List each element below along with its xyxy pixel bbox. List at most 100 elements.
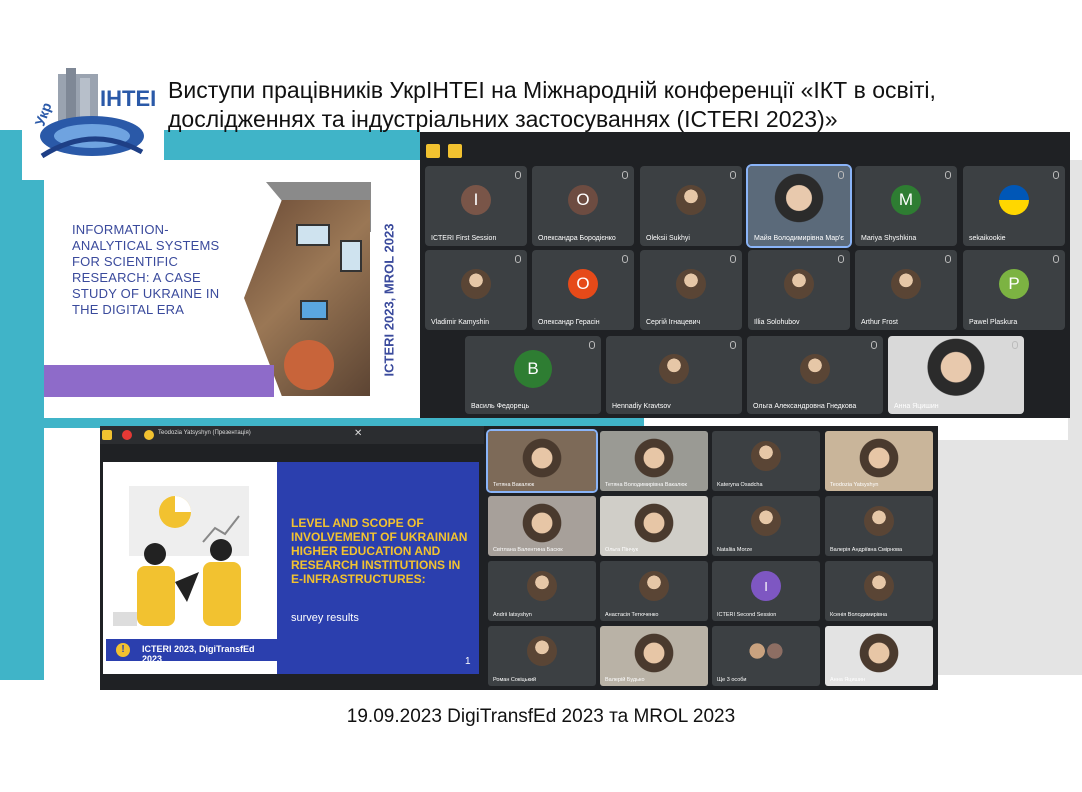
participant-tile[interactable]: Teodozia Yatsyshyn xyxy=(825,431,933,491)
participant-tile[interactable]: Валерій Будько xyxy=(600,626,708,686)
participant-name: Майя Володимирівна Мар'є xyxy=(754,235,844,242)
participant-tile[interactable]: Kateryna Osadcha xyxy=(712,431,820,491)
mic-muted-icon xyxy=(871,341,877,349)
mic-muted-icon xyxy=(1053,255,1059,263)
participant-name: sekaikookie xyxy=(969,235,1006,242)
participant-name: Анастасія Тетюченко xyxy=(605,612,659,618)
record-icon[interactable] xyxy=(122,430,132,440)
meeting-toolbar-icon[interactable] xyxy=(448,144,462,158)
participant-avatar xyxy=(751,441,781,472)
participant-tile[interactable]: Andrii Iatsyshyn xyxy=(488,561,596,621)
participant-name: Сергій Ігнацевич xyxy=(646,319,701,326)
participant-avatar xyxy=(461,268,491,299)
mic-muted-icon xyxy=(945,255,951,263)
participant-name: Тетяна Володимирівна Вакалюк xyxy=(605,482,687,488)
vertical-text: ICTERI 2023, MROL 2023 xyxy=(381,223,397,377)
mic-muted-icon xyxy=(515,171,521,179)
participant-tile[interactable]: Світлана Валентина Басюк xyxy=(488,496,596,556)
participant-tile[interactable]: Arthur Frost xyxy=(855,250,957,330)
badge-label: ICTERI 2023, DigiTransfEd 2023 xyxy=(142,644,255,664)
participant-tile[interactable]: P Pawel Plaskura xyxy=(963,250,1065,330)
ukraine-flag-icon xyxy=(999,184,1029,215)
presenter-bar: Teodozia Yatsyshyn (Презентація) ✕ xyxy=(100,426,484,444)
participant-avatar: P xyxy=(999,268,1029,299)
participant-tile[interactable]: Анна Яцишин xyxy=(825,626,933,686)
mic-muted-icon xyxy=(838,171,844,179)
grey-band-right-top xyxy=(1068,160,1082,440)
participant-tile[interactable]: Анастасія Тетюченко xyxy=(600,561,708,621)
participant-tile[interactable]: Тетяна Володимирівна Вакалюк xyxy=(600,431,708,491)
participant-name: Nataliia Morze xyxy=(717,547,753,553)
participant-avatar xyxy=(676,268,706,299)
participant-name: Hennadiy Kravtsov xyxy=(612,403,671,410)
mic-muted-icon xyxy=(589,341,595,349)
participant-name: Andrii Iatsyshyn xyxy=(493,612,532,618)
participant-tile[interactable]: Майя Володимирівна Мар'є xyxy=(746,164,852,248)
participant-tile[interactable]: I ICTERI First Session xyxy=(425,166,527,246)
presenter-avatar xyxy=(144,430,154,440)
slide-page-number: 1 xyxy=(465,656,471,667)
participant-tile[interactable]: Oleksii Sukhyi xyxy=(640,166,742,246)
mic-muted-icon xyxy=(622,171,628,179)
participant-tile[interactable]: Тетяна Вакалюк xyxy=(486,429,598,493)
participant-tile[interactable]: Сергій Ігнацевич xyxy=(640,250,742,330)
video-meeting-grid-1: I ICTERI First Session О Олександра Бородіє… xyxy=(420,132,1070,418)
mic-muted-icon xyxy=(838,255,844,263)
mic-muted-icon xyxy=(730,171,736,179)
laptop-image xyxy=(340,240,362,272)
close-icon[interactable]: ✕ xyxy=(354,428,362,439)
participant-name: Oleksii Sukhyi xyxy=(646,235,690,242)
slide-subtitle: survey results xyxy=(291,612,359,624)
participant-name: Анна Яцишин xyxy=(894,403,939,410)
warning-icon[interactable] xyxy=(102,430,112,440)
slide-vertical-label: ICTERI 2023, MROL 2023 xyxy=(374,200,404,400)
grey-band-right xyxy=(938,440,1082,675)
slide-purple-bar xyxy=(44,365,274,397)
participant-tile[interactable]: M Mariya Shyshkina xyxy=(855,166,957,246)
participant-tile[interactable]: Анна Яцишин xyxy=(888,336,1024,414)
participant-tile[interactable]: sekaikookie xyxy=(963,166,1065,246)
participant-name: Василь Федорець xyxy=(471,403,530,410)
participant-name: Teodozia Yatsyshyn xyxy=(830,482,879,488)
participant-avatar xyxy=(659,353,689,384)
participant-avatar: M xyxy=(891,184,921,215)
participant-tile[interactable]: Ще 3 особи xyxy=(712,626,820,686)
logo-wordmark: ІНТЕІ xyxy=(100,86,156,111)
participant-tile[interactable]: Illia Solohubov xyxy=(748,250,850,330)
participant-tile[interactable]: Ольга Александровна Гнедкова xyxy=(747,336,883,414)
participant-tile[interactable]: О Олександр Герасін xyxy=(532,250,634,330)
participant-name: Pawel Plaskura xyxy=(969,319,1018,326)
mic-muted-icon xyxy=(1053,171,1059,179)
participant-name: Ксенія Володимирівна xyxy=(830,612,888,618)
participant-name: Kateryna Osadcha xyxy=(717,482,763,488)
presentation-slide-mrol: INFORMATION-ANALYTICAL SYSTEMS FOR SCIEN… xyxy=(44,160,420,418)
page-footer: 19.09.2023 DigiTransfEd 2023 та MROL 202… xyxy=(346,706,736,727)
participant-tile[interactable]: Vladimir Kamyshin xyxy=(425,250,527,330)
meeting-toolbar-icon[interactable] xyxy=(426,144,440,158)
teal-band-left xyxy=(0,160,44,680)
participant-tile[interactable]: Ксенія Володимирівна xyxy=(825,561,933,621)
participant-avatar: В xyxy=(514,349,552,388)
participant-tile[interactable]: Hennadiy Kravtsov xyxy=(606,336,742,414)
participant-name: ICTERI First Session xyxy=(431,235,497,242)
participant-name: Ольга Александровна Гнедкова xyxy=(753,403,857,410)
mic-muted-icon xyxy=(730,341,736,349)
participant-tile[interactable]: В Василь Федорець xyxy=(465,336,601,414)
participant-name: Vladimir Kamyshin xyxy=(431,319,489,326)
participant-tile[interactable]: Ольга Пінчук xyxy=(600,496,708,556)
participant-name: Тетяна Вакалюк xyxy=(493,482,535,488)
video-meeting-grid-2: Teodozia Yatsyshyn (Презентація) ✕ LEVEL… xyxy=(100,426,938,690)
mic-muted-icon xyxy=(1012,341,1018,349)
participant-name: Arthur Frost xyxy=(861,319,898,326)
participant-tile[interactable]: Валерія Андріївна Смірнова xyxy=(825,496,933,556)
participant-tile[interactable]: Роман Сокіцький xyxy=(488,626,596,686)
participant-name: Світлана Валентина Басюк xyxy=(493,547,563,553)
participant-tile[interactable]: I ICTERI Second Session xyxy=(712,561,820,621)
mic-muted-icon xyxy=(622,255,628,263)
mic-muted-icon xyxy=(730,255,736,263)
participant-tile[interactable]: Nataliia Morze xyxy=(712,496,820,556)
participant-name: Олександр Герасін xyxy=(538,319,600,326)
participant-name: Illia Solohubov xyxy=(754,319,800,326)
participant-tile[interactable]: О Олександра Бородієнко xyxy=(532,166,634,246)
participant-name: Анна Яцишин xyxy=(830,677,866,683)
